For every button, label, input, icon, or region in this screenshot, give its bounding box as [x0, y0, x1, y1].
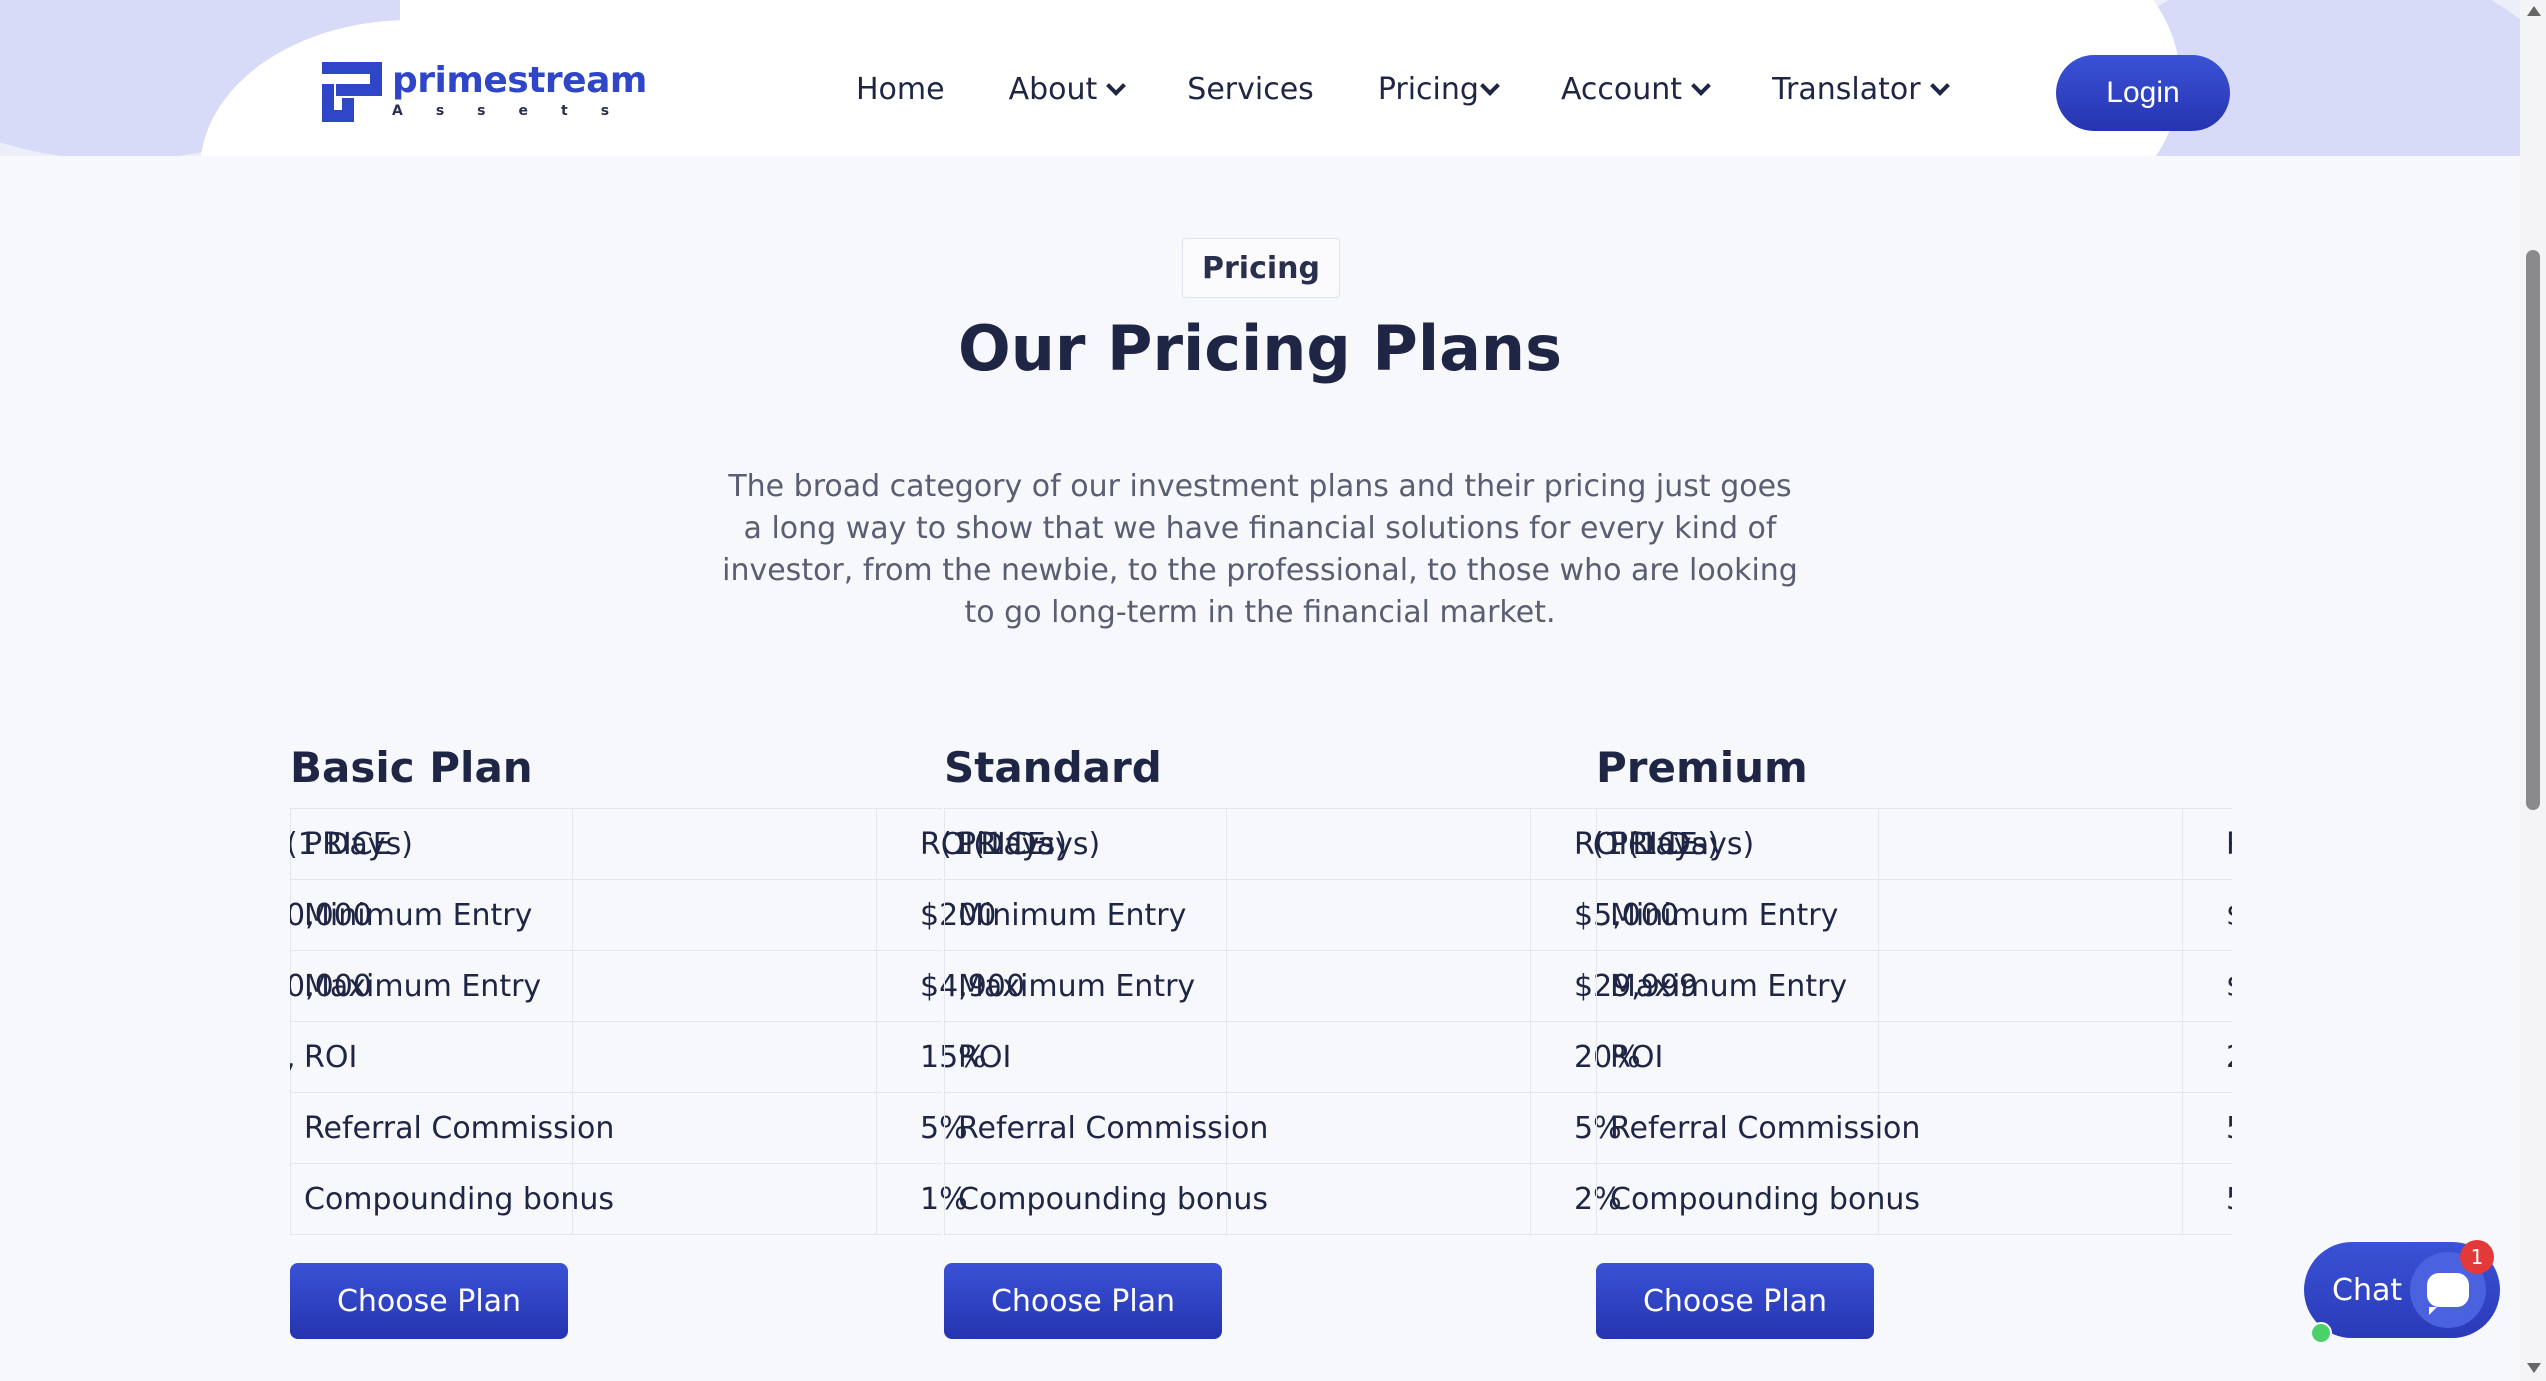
- section-description: The broad category of our investment pla…: [722, 469, 1798, 630]
- table-row: (1 Days) PRICE ROI(1 Days): [290, 809, 1100, 880]
- row-value: 25: [2226, 1040, 2232, 1075]
- row-label: Compounding bonus: [1610, 1182, 1920, 1217]
- plan-title: Basic Plan: [290, 743, 533, 792]
- row-label: PRICE: [958, 827, 1046, 862]
- row-label: PRICE: [1610, 827, 1698, 862]
- row-label: Referral Commission: [1610, 1111, 1921, 1146]
- table-row: ,ROI15%: [290, 1022, 987, 1093]
- table-row: Maximum Entry $29,999: [944, 951, 1698, 1022]
- row-value: $3: [2226, 898, 2232, 933]
- row-label: ROI: [958, 1040, 1012, 1075]
- row-label: ROI: [304, 1040, 358, 1075]
- row-value: 5%: [2226, 1111, 2232, 1146]
- main-nav: Home About Services Pricing Account Tran…: [856, 72, 2011, 107]
- nav-about[interactable]: About: [1008, 72, 1127, 107]
- table-row: Referral Commission5%: [944, 1093, 1622, 1164]
- scroll-down-icon[interactable]: [2527, 1363, 2541, 1373]
- plan-card-basic: Basic Plan (1 Days) PRICE ROI(1 Days) 0,00…: [290, 740, 1100, 1339]
- plan-table: (1 Days)PRICERC Minimum Entry$3 Maximum …: [1592, 808, 2232, 1235]
- plan-table: (1 Days) PRICE ROI(1 Days) Minimum Entry $5…: [940, 808, 1754, 1235]
- table-row: ROI 20%: [944, 1022, 1641, 1093]
- chat-label: Chat: [2332, 1272, 2403, 1308]
- plan-card-standard: Standard (1 Days) PRICE ROI(1 Days) Minimu…: [940, 740, 1754, 1339]
- nav-label: Services: [1187, 72, 1314, 107]
- table-row: Maximum Entry $9: [1596, 951, 2232, 1022]
- table-row: Minimum Entry $5,000: [944, 880, 1679, 951]
- nav-home[interactable]: Home: [856, 72, 945, 107]
- table-row: Compounding bonus 5%: [1596, 1164, 2232, 1235]
- chevron-down-icon: [1480, 75, 1500, 96]
- page-title: Our Pricing Plans: [958, 312, 1562, 385]
- row-label: Compounding bonus: [304, 1182, 614, 1217]
- plan-title: Premium: [1596, 743, 1808, 792]
- row-label: Maximum Entry: [304, 969, 542, 1004]
- row-label: PRICE: [304, 827, 392, 862]
- nav-label: About: [1008, 72, 1098, 107]
- chevron-down-icon: [1691, 75, 1711, 96]
- page-scrollbar[interactable]: [2520, 0, 2546, 1381]
- nav-services[interactable]: Services: [1187, 72, 1314, 107]
- choose-plan-button[interactable]: Choose Plan: [1596, 1263, 1874, 1339]
- online-status-dot: [2310, 1322, 2332, 1344]
- table-row: 0,000 Maximum Entry $4,900: [290, 951, 1025, 1022]
- row-value: 5%: [2226, 1182, 2232, 1217]
- nav-pricing[interactable]: Pricing: [1377, 72, 1500, 107]
- nav-label: Pricing: [1377, 72, 1479, 107]
- plan-table: (1 Days) PRICE ROI(1 Days) 0,000 Minimum En…: [290, 808, 1100, 1235]
- section-tag: Pricing: [1182, 238, 1340, 298]
- row-value: $9: [2226, 969, 2232, 1004]
- brand-logo[interactable]: primestream Assets: [322, 62, 647, 122]
- choose-plan-button[interactable]: Choose Plan: [944, 1263, 1222, 1339]
- row-label: Minimum Entry: [1610, 898, 1839, 933]
- table-row: Minimum Entry $3: [1596, 880, 2232, 951]
- row-label: Minimum Entry: [304, 898, 533, 933]
- brand-name: primestream: [392, 60, 647, 101]
- row-label: Referral Commission: [304, 1111, 615, 1146]
- nav-account[interactable]: Account: [1560, 72, 1711, 107]
- table-row: Referral Commission5%: [290, 1093, 968, 1164]
- scroll-up-icon[interactable]: [2527, 6, 2541, 16]
- nav-label: Translator: [1772, 72, 1921, 107]
- table-row: Referral Commission 5%: [1596, 1093, 2232, 1164]
- row-label: Compounding bonus: [958, 1182, 1268, 1217]
- chevron-down-icon: [1929, 75, 1950, 96]
- chevron-down-icon: [1106, 75, 1127, 96]
- login-button[interactable]: Login: [2056, 55, 2230, 131]
- cell-overflow: ,: [290, 1040, 296, 1075]
- row-label: Maximum Entry: [958, 969, 1196, 1004]
- pricing-plans: Basic Plan (1 Days) PRICE ROI(1 Days) 0,00…: [290, 740, 2232, 1360]
- brand-sub: Assets: [392, 103, 643, 119]
- nav-label: Account: [1560, 72, 1683, 107]
- row-value: RC: [2226, 827, 2232, 862]
- choose-plan-button[interactable]: Choose Plan: [290, 1263, 568, 1339]
- table-row: (1 Days)PRICERC: [1592, 809, 2232, 880]
- plan-card-premium: Premium (1 Days)PRICERC Minimum Entry$3 …: [1592, 740, 2232, 1339]
- nav-label: Home: [856, 72, 945, 107]
- nav-translator[interactable]: Translator: [1772, 72, 1950, 107]
- row-label: Maximum Entry: [1610, 969, 1848, 1004]
- row-label: ROI: [1610, 1040, 1664, 1075]
- logo-icon: [322, 62, 382, 122]
- row-label: Minimum Entry: [958, 898, 1187, 933]
- chat-widget[interactable]: Chat 1: [2304, 1240, 2500, 1344]
- table-row: ROI 25: [1596, 1022, 2232, 1093]
- scrollbar-thumb[interactable]: [2526, 250, 2540, 810]
- table-row: Compounding bonus 1%: [290, 1164, 968, 1235]
- row-label: Referral Commission: [958, 1111, 1269, 1146]
- table-row: 0,000 Minimum Entry $200: [290, 880, 996, 951]
- table-row: (1 Days) PRICE ROI(1 Days): [940, 809, 1754, 880]
- site-header: primestream Assets Home About Services P…: [0, 0, 2520, 156]
- table-row: Compounding bonus 2%: [944, 1164, 1622, 1235]
- notification-badge: 1: [2460, 1240, 2494, 1274]
- plan-title: Standard: [944, 743, 1162, 792]
